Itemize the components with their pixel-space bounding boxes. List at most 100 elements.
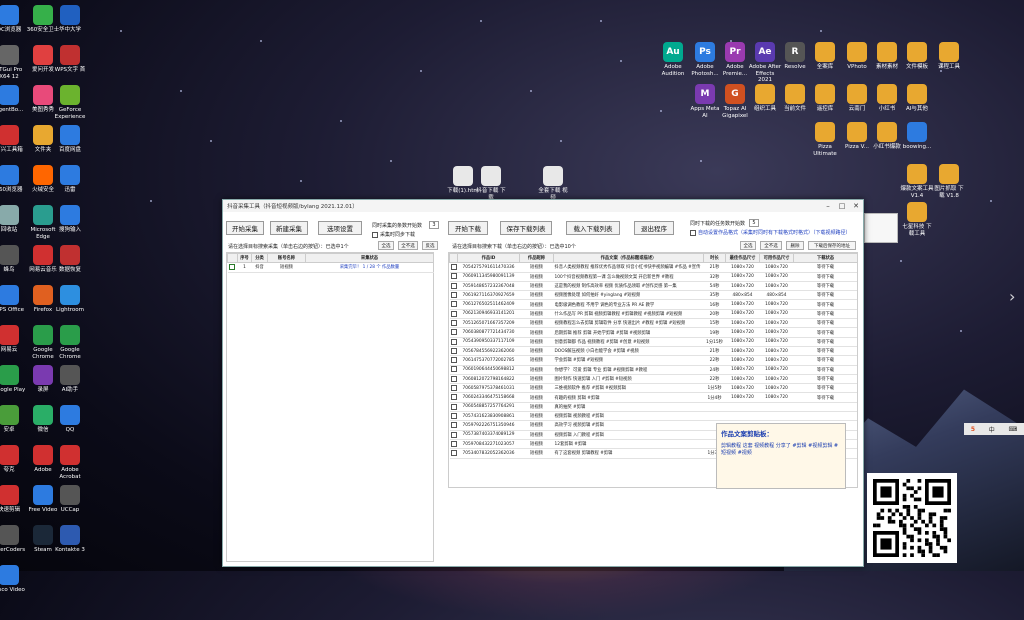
desktop-icon[interactable]: R Resolve bbox=[778, 42, 812, 71]
desktop-icon[interactable]: 回收站 bbox=[0, 205, 26, 234]
minimize-button[interactable]: – bbox=[821, 202, 835, 210]
auto-format-checkbox[interactable]: 自动设置作品格式（采集时同时有下载格式时格式）（下载视频路径） bbox=[690, 229, 851, 236]
keyboard-icon[interactable]: ⌨ bbox=[1008, 426, 1017, 433]
desktop-icon[interactable]: GeForce Experience bbox=[53, 85, 87, 120]
desktop-icon[interactable]: Pizza Ultimate bbox=[808, 122, 842, 157]
desktop-icon[interactable]: Pizza V... bbox=[840, 122, 874, 151]
desktop-icon[interactable]: 遥控库 bbox=[808, 84, 842, 113]
desktop-icon[interactable]: VPhoto bbox=[840, 42, 874, 71]
table-row[interactable]: 7061927116370927659 短视频 视频图像处理 如何拍好 #yingl… bbox=[449, 290, 857, 301]
row-checkbox[interactable] bbox=[450, 357, 457, 364]
desktop-icon[interactable]: AI与其他 bbox=[900, 84, 934, 113]
row-checkbox[interactable] bbox=[450, 301, 457, 308]
start-collect-button[interactable]: 开始采集 bbox=[226, 221, 264, 235]
table-row[interactable]: 7060812072798164822 短视频 图片制作 快速剪辑 入门 #剪辑 #… bbox=[449, 374, 857, 385]
desktop-icon[interactable]: Google Play bbox=[0, 365, 26, 394]
row-checkbox[interactable] bbox=[450, 282, 457, 289]
desktop-icon[interactable]: 七星科技 下载工具 bbox=[900, 202, 934, 237]
desktop-icon[interactable]: PTGui Pro X64 12 bbox=[0, 45, 26, 80]
row-checkbox[interactable] bbox=[450, 338, 457, 345]
row-checkbox[interactable] bbox=[450, 264, 457, 271]
row-checkbox[interactable] bbox=[450, 292, 457, 299]
desktop-icon[interactable]: QQ bbox=[53, 405, 87, 434]
desktop-icon[interactable]: 搜狗输入 bbox=[53, 205, 87, 234]
desktop-icon[interactable]: 爆款文案工具 V1.4 bbox=[900, 164, 934, 199]
desktop-icon[interactable]: Cisco Video bbox=[0, 565, 26, 594]
table-row[interactable]: 7060243346475158668 短视频 有趣的视频 剪辑 #剪辑 1分4秒 10… bbox=[449, 392, 857, 403]
desktop-icon[interactable]: 百度网盘 bbox=[53, 125, 87, 154]
import-list-button[interactable]: 载入下载列表 bbox=[566, 221, 620, 235]
desktop-icon[interactable]: UCCap bbox=[53, 485, 87, 514]
desktop-icon[interactable]: 素材素材 bbox=[870, 42, 904, 71]
right-select-all[interactable]: 全选 bbox=[740, 241, 756, 250]
table-row[interactable]: 7056784556922362060 短视频 DOOS解压视频 小白也能学会 #剪… bbox=[449, 346, 857, 357]
left-invert[interactable]: 反选 bbox=[422, 241, 438, 250]
start-download-button[interactable]: 开始下载 bbox=[448, 221, 488, 235]
table-row[interactable]: 7057431623830908861 短视频 视频剪辑 视频教程 #剪辑 bbox=[449, 411, 857, 422]
close-button[interactable]: ✕ bbox=[849, 202, 863, 210]
row-checkbox[interactable] bbox=[450, 431, 457, 438]
desktop-icon[interactable]: AI助手 bbox=[53, 365, 87, 394]
maximize-button[interactable]: □ bbox=[835, 202, 849, 210]
row-checkbox[interactable] bbox=[450, 366, 457, 373]
desktop-icon[interactable]: boowing... bbox=[900, 122, 934, 151]
row-checkbox[interactable] bbox=[450, 412, 457, 419]
row-checkbox[interactable] bbox=[450, 273, 457, 280]
table-row[interactable]: 7060190644450698812 短视频 你想学？ 可爱 剪辑 专业 剪辑 #… bbox=[449, 365, 857, 375]
tray-item-2[interactable]: 中 bbox=[989, 425, 995, 434]
new-collect-button[interactable]: 新建采集 bbox=[270, 221, 308, 235]
exit-button[interactable]: 退出程序 bbox=[634, 221, 674, 235]
desktop-icon[interactable]: 小红书 bbox=[870, 84, 904, 113]
table-row[interactable]: 7059148657232367048 短视频 这是我的视频 制作高效率 视频 优质… bbox=[449, 281, 857, 292]
table-row[interactable]: 7061276502511462409 短视频 电影级调色教程 不用学 调色的专业方… bbox=[449, 299, 857, 310]
desktop-icon[interactable]: 华中大学 bbox=[53, 5, 87, 34]
desktop-icon[interactable]: 蜂鸟 bbox=[0, 245, 26, 274]
desktop-icon[interactable]: 课程工具 bbox=[932, 42, 966, 71]
desktop-icon[interactable]: Ps Adobe Photosh... bbox=[688, 42, 722, 77]
table-row[interactable]: 7060548857257764291 短视频 真的抽奖 #剪辑 bbox=[449, 402, 857, 413]
table-row[interactable]: 7054275791611470336 短视频 抖音人类视频教程 推荐优秀作品领取 … bbox=[449, 262, 857, 273]
row-checkbox[interactable] bbox=[450, 385, 457, 392]
desktop-icon[interactable]: 全套下载 视频 bbox=[536, 166, 570, 201]
left-select-none[interactable]: 全不选 bbox=[398, 241, 418, 250]
desktop-icon[interactable]: 安卓 bbox=[0, 405, 26, 434]
table-row[interactable]: 7060380877721434730 短视频 后期剪辑 推荐 剪辑 开始学剪辑 #… bbox=[449, 327, 857, 338]
desktop-icon[interactable]: Au Adobe Audition bbox=[656, 42, 690, 77]
desktop-icon[interactable]: 网易云 bbox=[0, 325, 26, 354]
clipboard-text[interactable]: 剪辑教程 这套 视频教程 分享了 #剪辑 #视频剪辑 #短视频 #视频 bbox=[721, 443, 841, 457]
desktop-icon[interactable]: AlterCoders bbox=[0, 525, 26, 554]
desktop-icon[interactable]: WPS Office bbox=[0, 285, 26, 314]
background-window[interactable] bbox=[864, 213, 898, 243]
desktop-icon[interactable]: 文件模板 bbox=[900, 42, 934, 71]
row-checkbox[interactable] bbox=[450, 450, 457, 457]
tray-item-1[interactable]: 5 bbox=[971, 426, 975, 433]
desktop-icon[interactable]: Adobe Acrobat bbox=[53, 445, 87, 480]
table-row[interactable]: 7051265071667357209 短视频 视频教程怎么去剪辑 剪辑软件 分享 … bbox=[449, 318, 857, 329]
row-checkbox[interactable] bbox=[450, 422, 457, 429]
desktop-icon[interactable]: Lightroom bbox=[53, 285, 87, 314]
desktop-icon[interactable]: Kontakte 3 bbox=[53, 525, 87, 554]
right-delete[interactable]: 删除 bbox=[786, 241, 804, 250]
desktop-icon[interactable]: 万兴工具箱 bbox=[0, 125, 26, 154]
row-checkbox[interactable] bbox=[228, 264, 235, 271]
save-list-button[interactable]: 保存下载列表 bbox=[500, 221, 552, 235]
options-button[interactable]: 选项设置 bbox=[318, 221, 362, 235]
sync-download-checkbox[interactable]: 采集时同步下载 bbox=[372, 231, 415, 238]
desktop-icon[interactable]: 组织工具 bbox=[748, 84, 782, 113]
desktop-icon[interactable]: 抖音下载 下载 bbox=[474, 166, 508, 201]
desktop-icon[interactable]: G Topaz AI Gigapixel bbox=[718, 84, 752, 119]
next-arrow-icon[interactable]: › bbox=[1009, 287, 1015, 306]
table-row[interactable]: 7060587975378461031 短视频 三维视频软件 推荐 #剪辑 #视频剪… bbox=[449, 383, 857, 394]
desktop-icon[interactable]: 夸克 bbox=[0, 445, 26, 474]
desktop-icon[interactable]: Google Chrome bbox=[53, 325, 87, 360]
desktop-icon[interactable]: 迅雷 bbox=[53, 165, 87, 194]
desktop-icon[interactable]: Pr Adobe Premie... bbox=[718, 42, 752, 77]
desktop-icon[interactable]: DC浏览器 bbox=[0, 5, 26, 34]
row-checkbox[interactable] bbox=[450, 329, 457, 336]
desktop-icon[interactable]: M Apps Meta AI bbox=[688, 84, 722, 119]
row-checkbox[interactable] bbox=[450, 403, 457, 410]
desktop-icon[interactable]: 快速剪辑 bbox=[0, 485, 26, 514]
row-checkbox[interactable] bbox=[450, 310, 457, 317]
table-row[interactable]: 7061475370772002785 短视频 学会剪辑 #剪辑 #短视频 22秒 10… bbox=[449, 355, 857, 366]
threads-spinner[interactable]: 5 bbox=[749, 219, 759, 227]
